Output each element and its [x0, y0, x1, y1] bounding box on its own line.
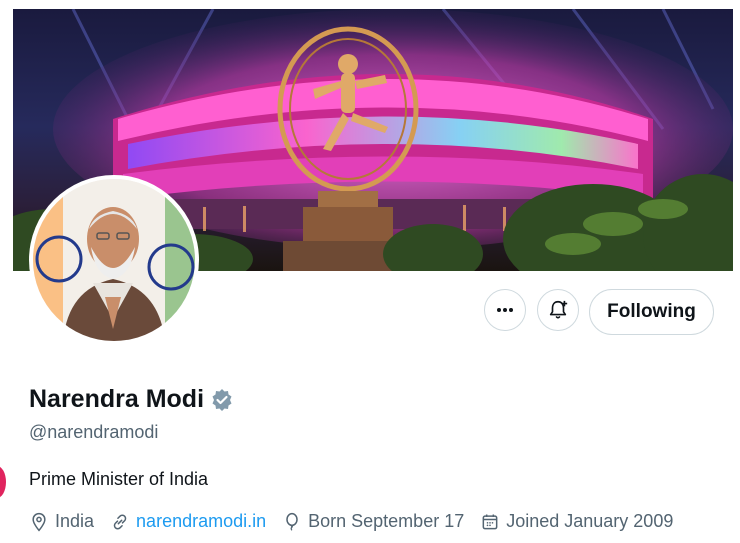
- location-item: India: [29, 511, 94, 532]
- profile-bio: Prime Minister of India: [29, 469, 209, 489]
- following-button[interactable]: Following: [589, 289, 714, 335]
- profile-handle: @narendramodi: [29, 422, 159, 442]
- website-item[interactable]: narendramodi.in: [110, 511, 266, 532]
- verified-badge-icon: [212, 388, 232, 411]
- bell-plus-icon: [549, 300, 568, 319]
- joined-text: Joined January 2009: [506, 511, 674, 531]
- profile-name: Narendra Modi: [29, 385, 205, 413]
- calendar-icon: [482, 514, 498, 529]
- page-edge: [0, 0, 13, 543]
- profile-avatar[interactable]: [29, 175, 199, 345]
- birthday-item: Born September 17: [282, 511, 464, 532]
- birthday-text: Born September 17: [308, 511, 465, 531]
- profile-meta: India narendramodi.in Born September 17 …: [29, 511, 689, 532]
- notifications-button[interactable]: [537, 289, 579, 331]
- balloon-icon: [286, 512, 298, 531]
- profile-name-row: Narendra Modi: [29, 385, 234, 414]
- more-icon: [497, 308, 513, 312]
- link-icon: [113, 513, 127, 530]
- avatar-photo: [33, 179, 195, 341]
- website-link[interactable]: narendramodi.in: [136, 511, 266, 532]
- location-text: India: [55, 511, 95, 531]
- more-button[interactable]: [484, 289, 526, 331]
- location-pin-icon: [32, 512, 46, 531]
- joined-item: Joined January 2009: [480, 511, 673, 532]
